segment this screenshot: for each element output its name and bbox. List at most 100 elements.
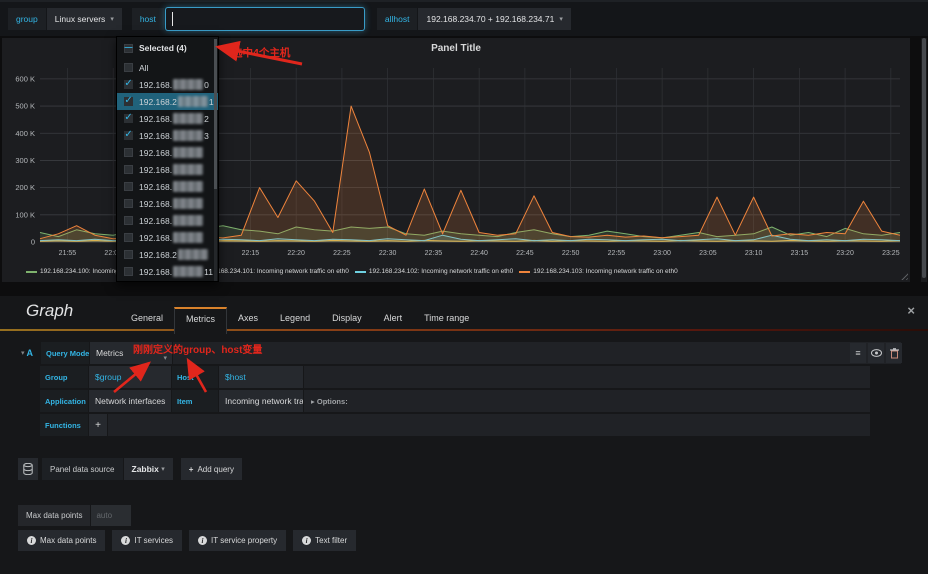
- host-dropdown: — Selected (4) All ✓ 192.168. 0 ✓ 192.168.2 1 ✓…: [116, 36, 219, 282]
- host-dropdown-item-label: 192.168.2: [139, 249, 209, 260]
- close-icon[interactable]: ×: [907, 304, 915, 317]
- host-dropdown-item-label: 192.168.: [139, 147, 204, 158]
- host-dropdown-item-label: 192.168.2 1: [139, 96, 214, 107]
- plus-icon: +: [188, 464, 194, 474]
- application-field-value[interactable]: Network interfaces: [89, 390, 171, 412]
- page-scrollbar[interactable]: [921, 38, 927, 282]
- host-dropdown-selected-header[interactable]: — Selected (4): [117, 37, 218, 59]
- info-icon: i: [121, 536, 131, 545]
- add-function-button[interactable]: +: [89, 414, 107, 436]
- query-row-functions: Functions +: [40, 414, 871, 436]
- max-data-points-row: Max data points: [18, 505, 132, 526]
- svg-text:600 K: 600 K: [15, 74, 35, 83]
- tab-alert[interactable]: Alert: [373, 308, 414, 329]
- host-field-value[interactable]: $host: [219, 366, 303, 388]
- svg-text:100 K: 100 K: [15, 210, 35, 219]
- redacted-text: [173, 130, 204, 141]
- unchecked-checkbox-icon: [124, 267, 133, 276]
- host-dropdown-item-label: 192.168.: [139, 215, 204, 226]
- tab-legend[interactable]: Legend: [269, 308, 321, 329]
- add-query-button[interactable]: + Add query: [180, 458, 242, 480]
- query-mode-select[interactable]: Metrics ▾: [90, 342, 172, 364]
- options-toggle[interactable]: ▸ Options:: [304, 397, 348, 406]
- dropdown-scrollbar[interactable]: [214, 39, 217, 281]
- scrollbar-thumb[interactable]: [922, 38, 926, 278]
- host-dropdown-item[interactable]: 192.168.2: [117, 246, 218, 263]
- svg-text:22:40: 22:40: [470, 250, 488, 257]
- panel-resize-handle[interactable]: [899, 271, 908, 280]
- svg-text:22:20: 22:20: [287, 250, 305, 257]
- info-button-it-services[interactable]: i IT services: [112, 530, 183, 551]
- database-icon[interactable]: [18, 458, 38, 480]
- tab-metrics[interactable]: Metrics: [174, 307, 228, 334]
- svg-text:22:15: 22:15: [242, 250, 260, 257]
- legend-item[interactable]: 192.168.234.102: Incoming network traffi…: [354, 268, 513, 275]
- host-dropdown-item-label: 192.168. 11: [139, 266, 213, 277]
- host-dropdown-item[interactable]: ✓ 192.168. 3: [117, 127, 218, 144]
- svg-text:22:50: 22:50: [562, 250, 580, 257]
- menu-icon[interactable]: ≡: [850, 343, 866, 363]
- svg-text:300 K: 300 K: [15, 156, 35, 165]
- host-dropdown-item[interactable]: All: [117, 59, 218, 76]
- group-variable-value[interactable]: Linux servers ▾: [46, 8, 122, 30]
- host-field-label: Host: [172, 366, 218, 388]
- query-ref-toggle[interactable]: ▾ A: [18, 342, 36, 364]
- redacted-text: [177, 96, 208, 107]
- editor-tabs: General Metrics Axes Legend Display Alert Time…: [120, 307, 480, 334]
- legend-item[interactable]: 192.168.234.103: Incoming network traffi…: [519, 268, 678, 275]
- svg-text:22:35: 22:35: [425, 250, 443, 257]
- svg-text:0: 0: [31, 238, 35, 247]
- eye-icon[interactable]: [868, 343, 884, 363]
- chevron-down-icon: ▾: [163, 355, 167, 362]
- host-dropdown-item[interactable]: 192.168.: [117, 229, 218, 246]
- group-field-value[interactable]: $group: [89, 366, 171, 388]
- host-dropdown-item[interactable]: 192.168. 11: [117, 263, 218, 280]
- host-dropdown-item[interactable]: 192.168.: [117, 178, 218, 195]
- redacted-text: [173, 181, 204, 192]
- max-data-points-label: Max data points: [18, 505, 91, 526]
- host-dropdown-item-label: 192.168. 0: [139, 79, 209, 90]
- host-search-input[interactable]: [164, 7, 365, 31]
- query-row-mode: ▾ A Query Mode Metrics ▾: [18, 342, 902, 364]
- item-field-value[interactable]: Incoming network traffic: [219, 390, 303, 412]
- host-dropdown-item-label: All: [139, 62, 149, 73]
- tab-general[interactable]: General: [120, 308, 174, 329]
- allhost-variable-value[interactable]: 192.168.234.70 + 192.168.234.71 ▾: [418, 8, 571, 30]
- trash-icon[interactable]: [886, 343, 902, 363]
- tab-display[interactable]: Display: [321, 308, 373, 329]
- legend-color-dash: [354, 270, 366, 273]
- redacted-text: [173, 198, 204, 209]
- tab-time-range[interactable]: Time range: [413, 308, 480, 329]
- svg-text:23:20: 23:20: [836, 250, 854, 257]
- svg-text:23:05: 23:05: [699, 250, 717, 257]
- item-field-label: Item: [172, 390, 218, 412]
- host-dropdown-item[interactable]: ✓ 192.168.2 1: [117, 93, 218, 110]
- chevron-down-icon: ▾: [110, 16, 114, 23]
- host-dropdown-item-label: 192.168.: [139, 232, 204, 243]
- redacted-text: [173, 113, 204, 124]
- query-row-group-host: Group $group Host $host: [40, 366, 871, 388]
- host-variable-label: host: [131, 8, 164, 30]
- host-dropdown-item[interactable]: 192.168.: [117, 144, 218, 161]
- editor-header: Graph General Metrics Axes Legend Display Ale…: [0, 296, 928, 334]
- redacted-text: [173, 215, 204, 226]
- redacted-text: [173, 266, 204, 277]
- host-dropdown-item[interactable]: 192.168.: [117, 195, 218, 212]
- datasource-select[interactable]: Zabbix ▾: [123, 458, 173, 480]
- host-dropdown-item[interactable]: ✓ 192.168. 0: [117, 76, 218, 93]
- host-dropdown-item[interactable]: ✓ 192.168. 2: [117, 110, 218, 127]
- host-dropdown-item[interactable]: 192.168.: [117, 161, 218, 178]
- svg-text:22:25: 22:25: [333, 250, 351, 257]
- topbar: group Linux servers ▾ host allhost 192.16…: [0, 0, 928, 36]
- allhost-variable-label: allhost: [376, 8, 418, 30]
- max-data-points-input[interactable]: [91, 505, 132, 526]
- info-button-max-data-points[interactable]: i Max data points: [18, 530, 106, 551]
- info-button-text-filter[interactable]: i Text filter: [293, 530, 357, 551]
- info-icon: i: [27, 536, 36, 545]
- redacted-text: [173, 164, 204, 175]
- tab-axes[interactable]: Axes: [227, 308, 269, 329]
- info-button-it-service-property[interactable]: i IT service property: [189, 530, 287, 551]
- group-field-label: Group: [40, 366, 88, 388]
- host-dropdown-item[interactable]: 192.168.: [117, 212, 218, 229]
- svg-text:200 K: 200 K: [15, 183, 35, 192]
